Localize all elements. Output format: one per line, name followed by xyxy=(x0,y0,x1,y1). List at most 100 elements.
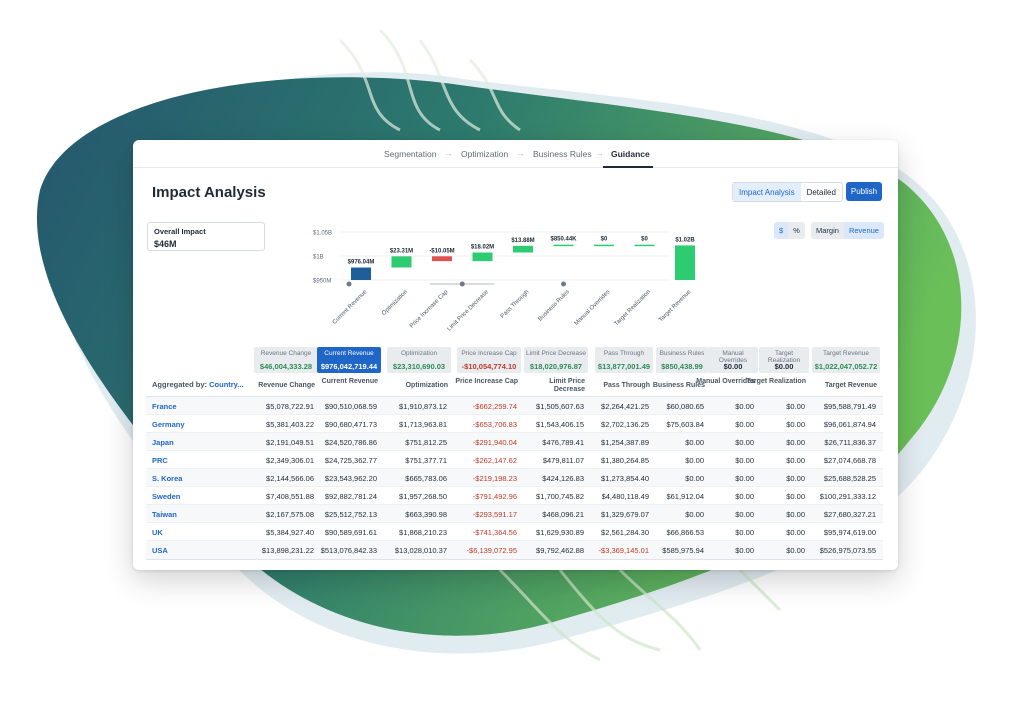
summary-cell-revenue-change[interactable]: Revenue Change $46,004,333.28 xyxy=(254,347,318,373)
summary-cell-current-revenue[interactable]: Current Revenue $976,042,719.44 xyxy=(317,347,381,373)
country-link[interactable]: France xyxy=(152,402,177,411)
step-guidance[interactable]: Guidance xyxy=(611,149,650,159)
country-link[interactable]: USA xyxy=(152,546,168,555)
summary-cell-value: $1,022,047,052.72 xyxy=(814,362,878,371)
impact-analysis-tab[interactable]: Impact Analysis xyxy=(733,183,801,201)
table-cell: $61,912.04 xyxy=(666,492,704,501)
revenue-toggle[interactable]: Revenue xyxy=(843,222,884,239)
summary-cell-manual-overrides[interactable]: Manual Overrides $0.00 xyxy=(708,347,758,373)
country-link[interactable]: Japan xyxy=(152,438,174,447)
country-link[interactable]: Sweden xyxy=(152,492,180,501)
table-cell: $479,811.07 xyxy=(542,456,584,465)
table-cell: $0.00 xyxy=(735,528,754,537)
wizard-stepper: Segmentation → Optimization → Business R… xyxy=(133,140,898,168)
table-cell: $0.00 xyxy=(786,402,805,411)
country-link[interactable]: Germany xyxy=(152,420,185,429)
column-header[interactable]: Limit Price Decrease xyxy=(521,378,585,394)
table-cell: -$219,198.23 xyxy=(472,474,517,483)
aggregated-by-label: Aggregated by: xyxy=(152,380,208,389)
table-cell: $2,191,049.51 xyxy=(266,438,314,447)
summary-cell-target-revenue[interactable]: Target Revenue $1,022,047,052.72 xyxy=(812,347,880,373)
y-tick-label: $1.05B xyxy=(313,231,332,237)
column-header[interactable]: Target Revenue xyxy=(813,382,877,390)
arrow-right-icon: → xyxy=(516,148,525,158)
summary-cell-price-increase-cap[interactable]: Price Increase Cap -$10,054,774.10 xyxy=(457,347,521,373)
step-optimization[interactable]: Optimization xyxy=(461,149,508,159)
waterfall-bar xyxy=(513,245,533,253)
detailed-tab[interactable]: Detailed xyxy=(801,183,842,201)
table-cell: $5,384,927.40 xyxy=(266,528,314,537)
table-cell: $24,520,786.86 xyxy=(324,438,377,447)
table-row: Germany $5,381,403.22 $90,680,471.73 $1,713… xyxy=(146,415,883,433)
country-link[interactable]: S. Korea xyxy=(152,474,182,483)
table-cell: $95,974,619.00 xyxy=(823,528,876,537)
table-cell: $0.00 xyxy=(685,510,704,519)
table-cell: $13,898,231.22 xyxy=(261,546,314,555)
y-tick-label: $950M xyxy=(313,279,331,285)
table-cell: $100,291,333.12 xyxy=(819,492,876,501)
summary-cell-pass-through[interactable]: Pass Through $13,877,001.49 xyxy=(595,347,653,373)
table-cell: $2,702,136.25 xyxy=(601,420,649,429)
table-row: USA $13,898,231.22 $513,076,842.33 $13,028,… xyxy=(146,541,883,559)
column-header[interactable]: Price Increase Cap xyxy=(454,378,518,386)
column-header[interactable]: Revenue Change xyxy=(251,382,315,390)
table-cell: $26,711,836.37 xyxy=(824,438,876,447)
waterfall-bar xyxy=(675,245,695,280)
summary-cell-value: $976,042,719.44 xyxy=(320,362,378,371)
step-segmentation[interactable]: Segmentation xyxy=(384,149,436,159)
table-cell: $0.00 xyxy=(786,492,805,501)
country-link[interactable]: Taiwan xyxy=(152,510,177,519)
table-row: Taiwan $2,167,575.08 $25,512,752.13 $663,39… xyxy=(146,505,883,523)
summary-cell-label: Current Revenue xyxy=(324,350,374,357)
x-category-label: Optimization xyxy=(381,289,409,317)
country-link[interactable]: UK xyxy=(152,528,163,537)
aggregated-by-select[interactable]: Country... xyxy=(209,380,243,389)
summary-cell-business-rules[interactable]: Business Rules $850,438.99 xyxy=(656,347,708,373)
x-category-label: Business Rules xyxy=(537,289,570,322)
table-cell: $0.00 xyxy=(735,438,754,447)
summary-cell-value: $46,004,333.28 xyxy=(259,362,313,371)
column-header[interactable]: Optimization xyxy=(384,382,448,390)
summary-cell-label: Target Revenue xyxy=(823,350,869,357)
waterfall-chart: $1.05B $1B $950M $976.04M $23.31M -$10.05M $18… xyxy=(313,231,695,333)
x-category-label: Pass Through xyxy=(500,289,531,320)
summary-cell-value: -$10,054,774.10 xyxy=(461,362,517,371)
table-cell: -$262,147.62 xyxy=(472,456,517,465)
bar-data-label: $850.44K xyxy=(550,237,577,243)
table-cell: $90,680,471.73 xyxy=(324,420,377,429)
table-cell: $0.00 xyxy=(735,402,754,411)
table-cell: $0.00 xyxy=(786,474,805,483)
table-cell: $96,061,874.94 xyxy=(823,420,876,429)
waterfall-bar xyxy=(553,244,574,247)
summary-cell-label: Revenue Change xyxy=(260,350,312,357)
unit-toggle: $ % xyxy=(774,222,805,239)
table-cell: $0.00 xyxy=(786,510,805,519)
overall-impact-label: Overall Impact xyxy=(154,227,206,236)
table-cell: $90,510,068.59 xyxy=(324,402,377,411)
table-cell: -$6,139,072.95 xyxy=(466,546,517,555)
publish-button[interactable]: Publish xyxy=(846,182,882,201)
table-cell: $424,126.83 xyxy=(542,474,584,483)
active-step-indicator xyxy=(603,166,653,168)
column-header[interactable]: Target Realization xyxy=(742,378,806,386)
table-cell: $0.00 xyxy=(735,510,754,519)
percent-toggle[interactable]: % xyxy=(788,222,805,239)
table-cell: $1,700,745.82 xyxy=(536,492,584,501)
summary-cell-limit-price-decrease[interactable]: Limit Price Decrease $18,020,976.87 xyxy=(524,347,588,373)
table-cell: $513,076,842.33 xyxy=(320,546,377,555)
bar-data-label: -$10.05M xyxy=(429,248,454,254)
waterfall-bar xyxy=(472,252,493,262)
column-header[interactable]: Current Revenue xyxy=(314,378,378,386)
dollar-toggle[interactable]: $ xyxy=(774,222,789,239)
table-cell: $751,377.71 xyxy=(405,456,447,465)
step-business-rules[interactable]: Business Rules xyxy=(533,149,592,159)
summary-cell-target-realization[interactable]: Target Realization $0.00 xyxy=(759,347,809,373)
summary-cell-optimization[interactable]: Optimization $23,310,690.03 xyxy=(387,347,451,373)
table-cell: $751,812.25 xyxy=(405,438,447,447)
table-cell: $25,512,752.13 xyxy=(324,510,377,519)
table-cell: $2,349,306.01 xyxy=(266,456,314,465)
impact-table: France $5,078,722.91 $90,510,068.59 $1,910,… xyxy=(146,396,883,560)
x-category-label: Manual Overrides xyxy=(574,289,612,327)
margin-toggle[interactable]: Margin xyxy=(811,222,844,239)
country-link[interactable]: PRC xyxy=(152,456,168,465)
